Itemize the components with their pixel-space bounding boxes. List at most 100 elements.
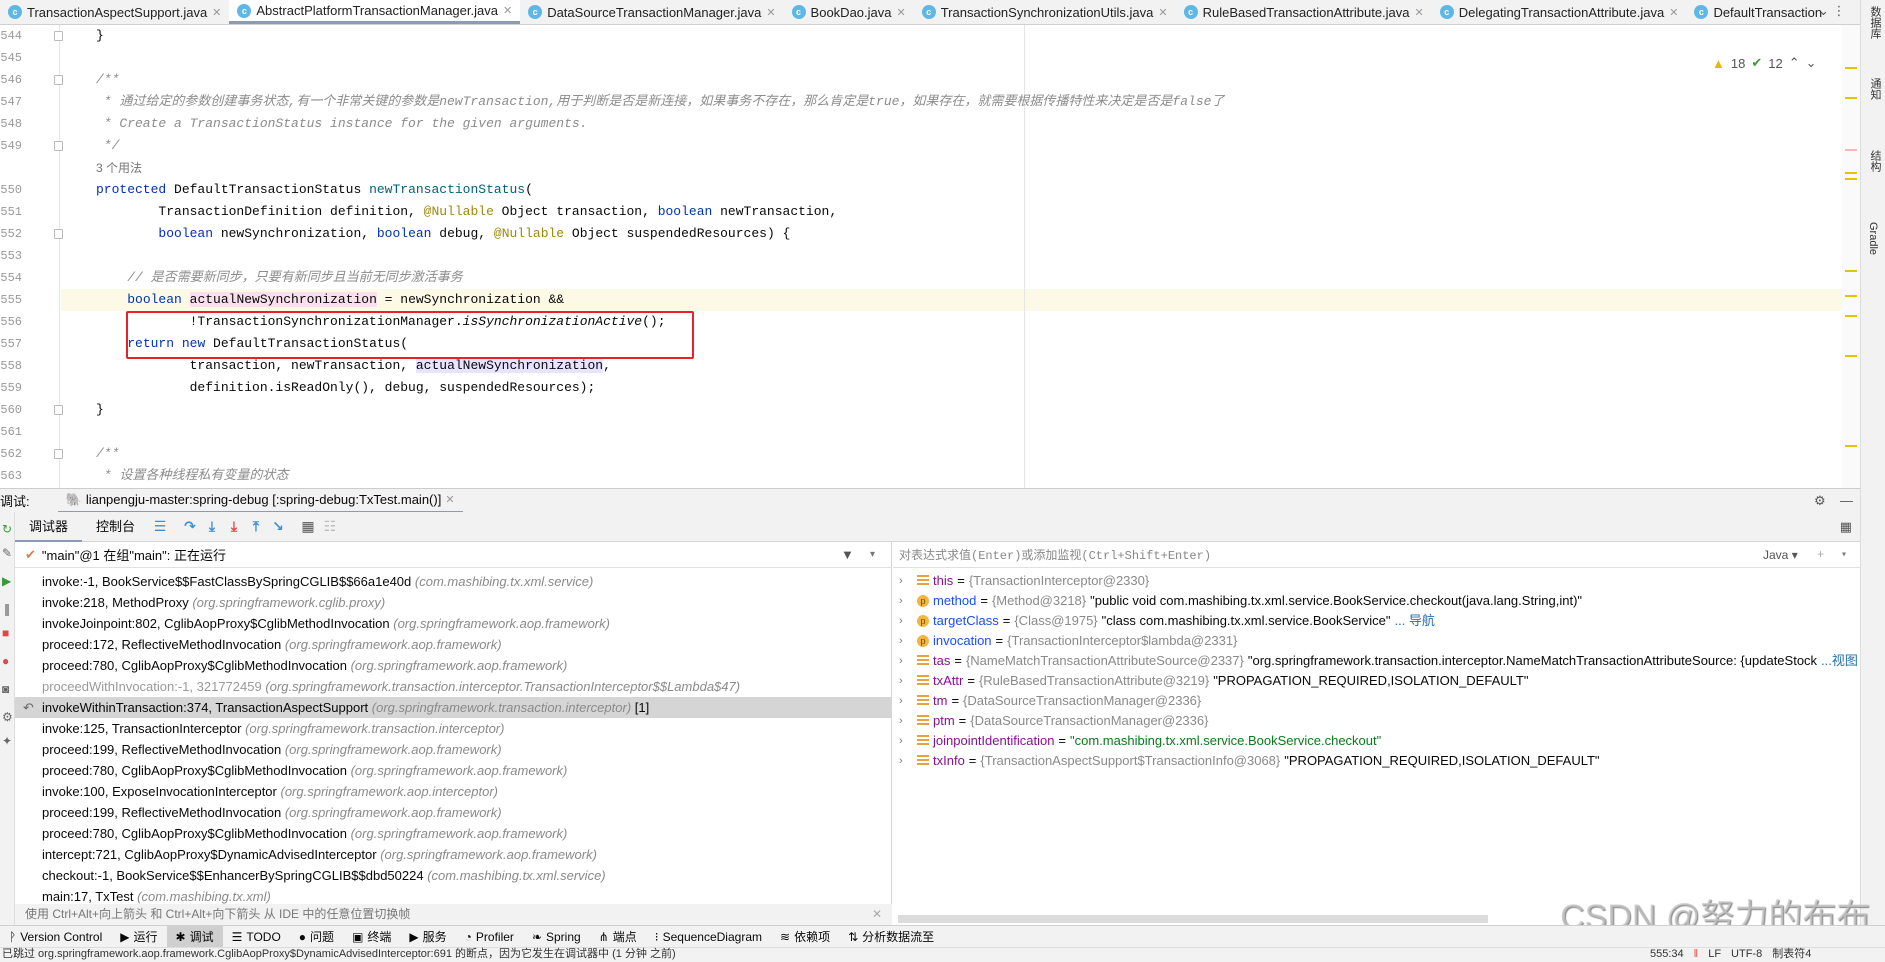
expand-chevron-icon[interactable]: › <box>899 691 913 711</box>
code-line[interactable]: // 是否需要新同步，只要有新同步且当前无同步激活事务 <box>96 267 462 289</box>
close-tab-icon[interactable]: ✕ <box>1158 6 1167 19</box>
pin-icon[interactable]: ✦ <box>2 734 12 748</box>
code-line[interactable]: * 设置各种线程私有变量的状态 <box>96 465 289 487</box>
expand-chevron-icon[interactable]: › <box>899 651 913 671</box>
stack-frame[interactable]: proceed:172, ReflectiveMethodInvocation … <box>15 634 891 655</box>
stack-frame[interactable]: invoke:218, MethodProxy (org.springframe… <box>15 592 891 613</box>
editor-tab[interactable]: c TransactionAspectSupport.java ✕ <box>0 0 229 24</box>
stack-frame[interactable]: proceedWithInvocation:-1, 321772459 (org… <box>15 676 891 697</box>
tab-debugger[interactable]: 调试器 <box>15 512 83 542</box>
tool-window-1[interactable]: ▶ 运行 <box>111 926 166 948</box>
tool-window-0[interactable]: ᚹ Version Control <box>0 926 111 948</box>
close-tab-icon[interactable]: ✕ <box>212 6 221 19</box>
tool-window-8[interactable]: ❧ Spring <box>523 926 590 948</box>
editor-tab[interactable]: c DataSourceTransactionManager.java ✕ <box>520 0 783 24</box>
run-to-cursor-icon[interactable]: ↘ <box>267 518 289 535</box>
tabs-dropdown-icon[interactable]: ⌄ ⋮ <box>1818 3 1846 19</box>
code-line[interactable]: * 通过给定的参数创建事务状态,有一个非常关键的参数是newTransactio… <box>96 91 1225 113</box>
tool-window-10[interactable]: ⁝ SequenceDiagram <box>646 926 771 948</box>
fold-marker-icon[interactable] <box>54 141 63 151</box>
camera-icon[interactable]: ◙ <box>2 682 12 696</box>
expand-chevron-icon[interactable]: › <box>899 751 913 771</box>
language-selector[interactable]: Java ▾ <box>1763 548 1798 562</box>
minimize-icon[interactable]: — <box>1840 493 1853 508</box>
stack-frame[interactable]: proceed:780, CglibAopProxy$CglibMethodIn… <box>15 655 891 676</box>
code-line[interactable]: definition.isReadOnly(), debug, suspende… <box>96 377 596 399</box>
right-tool-3[interactable]: Gradle <box>1867 222 1879 255</box>
editor-tab[interactable]: c DelegatingTransactionAttribute.java ✕ <box>1432 0 1687 24</box>
variable-row[interactable]: › this = {TransactionInterceptor@2330} <box>893 571 1860 591</box>
expand-chevron-icon[interactable]: › <box>899 571 913 591</box>
code-line[interactable]: boolean actualNewSynchronization = newSy… <box>96 289 564 311</box>
fold-marker-icon[interactable] <box>54 405 63 415</box>
variable-row[interactable]: › joinpointIdentification = "com.mashibing.… <box>893 731 1860 751</box>
code-editor[interactable]: 544 545 546 547 548 549 550 551 552 553 554 555 556 5… <box>0 25 1842 488</box>
right-tool-1[interactable]: 通知 <box>1867 78 1883 100</box>
stack-frame[interactable]: invoke:125, TransactionInterceptor (org.… <box>15 718 891 739</box>
fold-marker-icon[interactable] <box>54 31 63 41</box>
modify-run-icon[interactable]: ✎ <box>2 546 12 560</box>
expand-chevron-icon[interactable]: › <box>899 631 913 651</box>
stack-frame[interactable]: invokeJoinpoint:802, CglibAopProxy$Cglib… <box>15 613 891 634</box>
prev-highlight-icon[interactable]: ⌃ <box>1789 55 1800 71</box>
stop-icon[interactable]: ■ <box>2 626 12 640</box>
tool-window-3[interactable]: ☰ TODO <box>223 926 290 948</box>
stack-frame[interactable]: invoke:100, ExposeInvocationInterceptor … <box>15 781 891 802</box>
view-breakpoints-icon[interactable]: ● <box>2 654 12 668</box>
evaluate-expression-icon[interactable]: ▦ <box>297 518 319 535</box>
tool-window-7[interactable]: ◔ Profiler <box>456 926 523 948</box>
rerun-icon[interactable]: ↻ <box>2 522 12 536</box>
layout-settings-icon[interactable]: ▦ <box>1840 519 1852 535</box>
expand-chevron-icon[interactable]: › <box>899 671 913 691</box>
editor-tab[interactable]: c TransactionSynchronizationUtils.java ✕ <box>914 0 1176 24</box>
chevron-down-icon[interactable]: ▾ <box>870 549 875 560</box>
editor-tab[interactable]: c DefaultTransaction <box>1686 0 1830 24</box>
tab-console[interactable]: 控制台 <box>82 512 149 542</box>
settings-gear-icon[interactable]: ⚙ <box>1814 493 1826 509</box>
thread-selector[interactable]: ✔ "main"@1 在组"main": 正在运行 ▼ ▾ <box>15 542 891 568</box>
variable-row[interactable]: › tas = {NameMatchTransactionAttributeSourc… <box>893 651 1860 671</box>
stack-frame[interactable]: proceed:780, CglibAopProxy$CglibMethodIn… <box>15 823 891 844</box>
step-out-icon[interactable]: ⤒ <box>245 518 267 535</box>
evaluate-expression-input[interactable]: 对表达式求值(Enter)或添加监视(Ctrl+Shift+Enter) Jav… <box>893 542 1860 568</box>
error-stripe[interactable] <box>1842 25 1860 488</box>
close-tab-icon[interactable]: ✕ <box>1669 6 1678 19</box>
usage-hint[interactable]: 3 个用法 <box>96 157 142 179</box>
filter-icon[interactable]: ▼ <box>841 547 854 562</box>
caret-position[interactable]: 555:34 <box>1650 948 1684 961</box>
stack-frame[interactable]: intercept:721, CglibAopProxy$DynamicAdvi… <box>15 844 891 865</box>
variable-row[interactable]: › txAttr = {RuleBasedTransactionAttribute@3… <box>893 671 1860 691</box>
settings-icon[interactable]: ⚙ <box>2 710 13 724</box>
code-line[interactable]: TransactionDefinition definition, @Nulla… <box>96 201 837 223</box>
horizontal-scrollbar[interactable] <box>898 915 1488 923</box>
tool-window-9[interactable]: ⋔ 端点 <box>590 926 646 948</box>
tool-window-4[interactable]: ● 问题 <box>290 926 343 948</box>
stack-frame[interactable]: checkout:-1, BookService$$EnhancerBySpri… <box>15 865 891 886</box>
expand-chevron-icon[interactable]: › <box>899 711 913 731</box>
variable-link[interactable]: ... 导航 <box>1394 611 1434 631</box>
chevron-down-icon[interactable]: ▾ <box>1841 549 1847 561</box>
close-icon[interactable]: ✕ <box>445 493 454 506</box>
file-encoding[interactable]: UTF-8 <box>1731 948 1762 961</box>
close-hint-icon[interactable]: ✕ <box>872 904 882 925</box>
close-tab-icon[interactable]: ✕ <box>1415 6 1424 19</box>
stack-frame[interactable]: invoke:-1, BookService$$FastClassBySprin… <box>15 571 891 592</box>
variable-row[interactable]: › ptm = {DataSourceTransactionManager@2336} <box>893 711 1860 731</box>
tool-window-5[interactable]: ▣ 终端 <box>343 926 400 948</box>
editor-tab[interactable]: c BookDao.java ✕ <box>784 0 914 24</box>
variable-row[interactable]: › txInfo = {TransactionAspectSupport$Transa… <box>893 751 1860 771</box>
fold-marker-icon[interactable] <box>54 449 63 459</box>
power-save-icon[interactable]: ‖ <box>1694 948 1699 961</box>
tool-window-2[interactable]: ✱ 调试 <box>166 925 223 948</box>
code-line[interactable]: * Create a TransactionStatus instance fo… <box>96 113 588 135</box>
next-highlight-icon[interactable]: ⌄ <box>1806 55 1817 71</box>
variable-row[interactable]: › p method = {Method@3218} "public void com.m… <box>893 591 1860 611</box>
force-step-into-icon[interactable]: ⤓ <box>223 518 245 535</box>
expand-chevron-icon[interactable]: › <box>899 611 913 631</box>
resume-icon[interactable]: ▶ <box>2 574 12 588</box>
fold-marker-icon[interactable] <box>54 229 63 239</box>
tool-window-12[interactable]: ⇅ 分析数据流至 <box>839 926 943 948</box>
stack-frame[interactable]: proceed:199, ReflectiveMethodInvocation … <box>15 802 891 823</box>
editor-tab[interactable]: c RuleBasedTransactionAttribute.java ✕ <box>1176 0 1432 24</box>
right-tool-0[interactable]: 数据库 <box>1867 6 1883 39</box>
